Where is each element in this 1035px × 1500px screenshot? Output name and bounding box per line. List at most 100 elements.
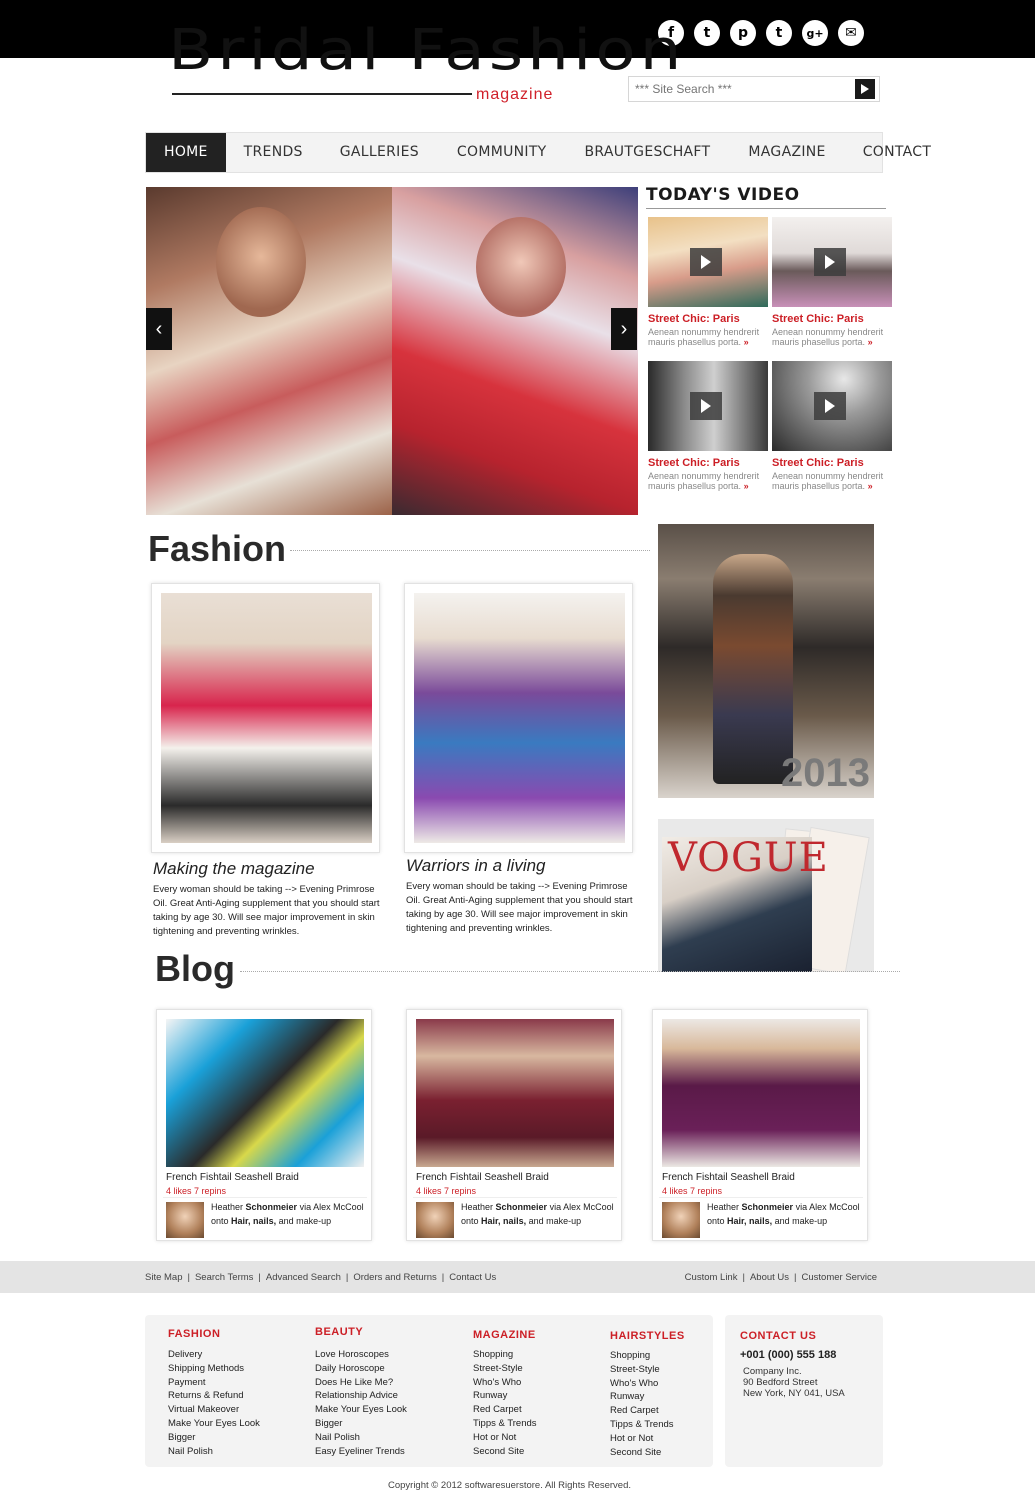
footer-link[interactable]: Delivery (168, 1348, 260, 1362)
fashion-card-image[interactable] (161, 593, 372, 843)
footer-link[interactable]: Red Carpet (473, 1403, 537, 1417)
blog-card-image[interactable] (662, 1019, 860, 1167)
blog-card-title[interactable]: French Fishtail Seashell Braid (416, 1172, 549, 1183)
footer-link[interactable]: Love Horoscopes (315, 1348, 407, 1362)
fashion-card-image[interactable] (414, 593, 625, 843)
footer-link-advanced-search[interactable]: Advanced Search (266, 1272, 341, 1283)
contact-phone[interactable]: +001 (000) 555 188 (740, 1349, 845, 1361)
footer-link[interactable]: Does He Like Me? (315, 1376, 407, 1390)
footer-link[interactable]: Shopping (610, 1349, 685, 1363)
avatar[interactable] (662, 1202, 700, 1238)
footer-link[interactable]: Hot or Not (473, 1431, 537, 1445)
video-title[interactable]: Street Chic: Paris (772, 457, 894, 469)
fashion-card-title[interactable]: Making the magazine (153, 859, 315, 879)
footer-link-orders-returns[interactable]: Orders and Returns (353, 1272, 436, 1283)
nav-magazine[interactable]: MAGAZINE (729, 133, 844, 172)
footer-link-site-map[interactable]: Site Map (145, 1272, 183, 1283)
video-thumbnail[interactable] (648, 361, 768, 451)
video-thumbnail[interactable] (772, 361, 892, 451)
footer-link[interactable]: Make Your Eyes Look (168, 1417, 260, 1431)
video-title[interactable]: Street Chic: Paris (772, 313, 894, 325)
more-arrow-icon[interactable]: » (744, 481, 749, 491)
blog-card[interactable]: French Fishtail Seashell Braid 4 likes 7… (156, 1009, 372, 1241)
play-icon[interactable] (814, 392, 846, 420)
footer-link[interactable]: Bigger (168, 1431, 260, 1445)
more-arrow-icon[interactable]: » (868, 337, 873, 347)
footer-link[interactable]: Hot or Not (610, 1432, 685, 1446)
search-input[interactable] (635, 80, 853, 98)
footer-link[interactable]: Who's Who (610, 1377, 685, 1391)
nav-brautgeschaft[interactable]: BRAUTGESCHAFT (566, 133, 730, 172)
footer-link[interactable]: Runway (610, 1390, 685, 1404)
search-submit-button[interactable] (855, 79, 875, 99)
video-card[interactable]: Street Chic: Paris Aenean nonummy hendre… (772, 361, 894, 491)
footer-link[interactable]: Tipps & Trends (610, 1418, 685, 1432)
video-card[interactable]: Street Chic: Paris Aenean nonummy hendre… (772, 217, 894, 347)
google-plus-icon[interactable]: g+ (802, 20, 828, 46)
avatar[interactable] (416, 1202, 454, 1238)
blog-card-title[interactable]: French Fishtail Seashell Braid (662, 1172, 795, 1183)
contact-info: CONTACT US +001 (000) 555 188 Company In… (740, 1330, 845, 1399)
footer-link[interactable]: Shipping Methods (168, 1362, 260, 1376)
magazine-covers-image[interactable]: VOGUE (658, 819, 874, 972)
footer-link[interactable]: Who's Who (473, 1376, 537, 1390)
footer-link[interactable]: Payment (168, 1376, 260, 1390)
footer-link-search-terms[interactable]: Search Terms (195, 1272, 253, 1283)
footer-link[interactable]: Make Your Eyes Look (315, 1403, 407, 1417)
blog-card[interactable]: French Fishtail Seashell Braid 4 likes 7… (406, 1009, 622, 1241)
email-icon[interactable]: ✉ (838, 20, 864, 46)
blog-card-title[interactable]: French Fishtail Seashell Braid (166, 1172, 299, 1183)
footer-link[interactable]: Returns & Refund (168, 1389, 260, 1403)
video-card[interactable]: Street Chic: Paris Aenean nonummy hendre… (648, 217, 770, 347)
video-thumbnail[interactable] (772, 217, 892, 307)
pinterest-icon[interactable]: p (730, 20, 756, 46)
footer-link[interactable]: Second Site (473, 1445, 537, 1459)
footer-link-custom[interactable]: Custom Link (685, 1272, 738, 1283)
video-title[interactable]: Street Chic: Paris (648, 313, 770, 325)
footer-link[interactable]: Tipps & Trends (473, 1417, 537, 1431)
site-logo[interactable]: Bridal Fashion magazine (168, 22, 682, 104)
footer-link[interactable]: Nail Polish (315, 1431, 407, 1445)
footer-link[interactable]: Nail Polish (168, 1445, 260, 1459)
video-title[interactable]: Street Chic: Paris (648, 457, 770, 469)
footer-link[interactable]: Runway (473, 1389, 537, 1403)
blog-card-image[interactable] (166, 1019, 364, 1167)
play-icon[interactable] (690, 392, 722, 420)
runway-2013-image[interactable]: 2013 (658, 524, 874, 798)
slider-prev-button[interactable]: ‹ (146, 308, 172, 350)
blog-card[interactable]: French Fishtail Seashell Braid 4 likes 7… (652, 1009, 868, 1241)
fashion-card[interactable] (151, 583, 380, 853)
hero-slider[interactable] (146, 187, 638, 515)
footer-link[interactable]: Bigger (315, 1417, 407, 1431)
tumblr-icon[interactable]: t (766, 20, 792, 46)
play-icon[interactable] (690, 248, 722, 276)
play-icon[interactable] (814, 248, 846, 276)
footer-link-about-us[interactable]: About Us (750, 1272, 789, 1283)
footer-link[interactable]: Second Site (610, 1446, 685, 1460)
fashion-card-title[interactable]: Warriors in a living (406, 856, 546, 876)
more-arrow-icon[interactable]: » (744, 337, 749, 347)
nav-home[interactable]: HOME (146, 133, 226, 172)
footer-link-contact-us[interactable]: Contact Us (449, 1272, 496, 1283)
video-card[interactable]: Street Chic: Paris Aenean nonummy hendre… (648, 361, 770, 491)
nav-trends[interactable]: TRENDS (226, 133, 321, 172)
nav-galleries[interactable]: GALLERIES (321, 133, 438, 172)
footer-link[interactable]: Virtual Makeover (168, 1403, 260, 1417)
slider-next-button[interactable]: › (611, 308, 637, 350)
fashion-card[interactable] (404, 583, 633, 853)
avatar[interactable] (166, 1202, 204, 1238)
footer-link[interactable]: Relationship Advice (315, 1389, 407, 1403)
more-arrow-icon[interactable]: » (868, 481, 873, 491)
footer-link[interactable]: Street-Style (610, 1363, 685, 1377)
nav-community[interactable]: COMMUNITY (438, 133, 566, 172)
video-thumbnail[interactable] (648, 217, 768, 307)
footer-link-customer-service[interactable]: Customer Service (802, 1272, 878, 1283)
footer-link[interactable]: Shopping (473, 1348, 537, 1362)
nav-contact[interactable]: CONTACT (845, 133, 950, 172)
footer-link[interactable]: Daily Horoscope (315, 1362, 407, 1376)
twitter-icon[interactable]: t (694, 20, 720, 46)
footer-link[interactable]: Easy Eyeliner Trends (315, 1445, 407, 1459)
blog-card-image[interactable] (416, 1019, 614, 1167)
footer-link[interactable]: Street-Style (473, 1362, 537, 1376)
footer-link[interactable]: Red Carpet (610, 1404, 685, 1418)
